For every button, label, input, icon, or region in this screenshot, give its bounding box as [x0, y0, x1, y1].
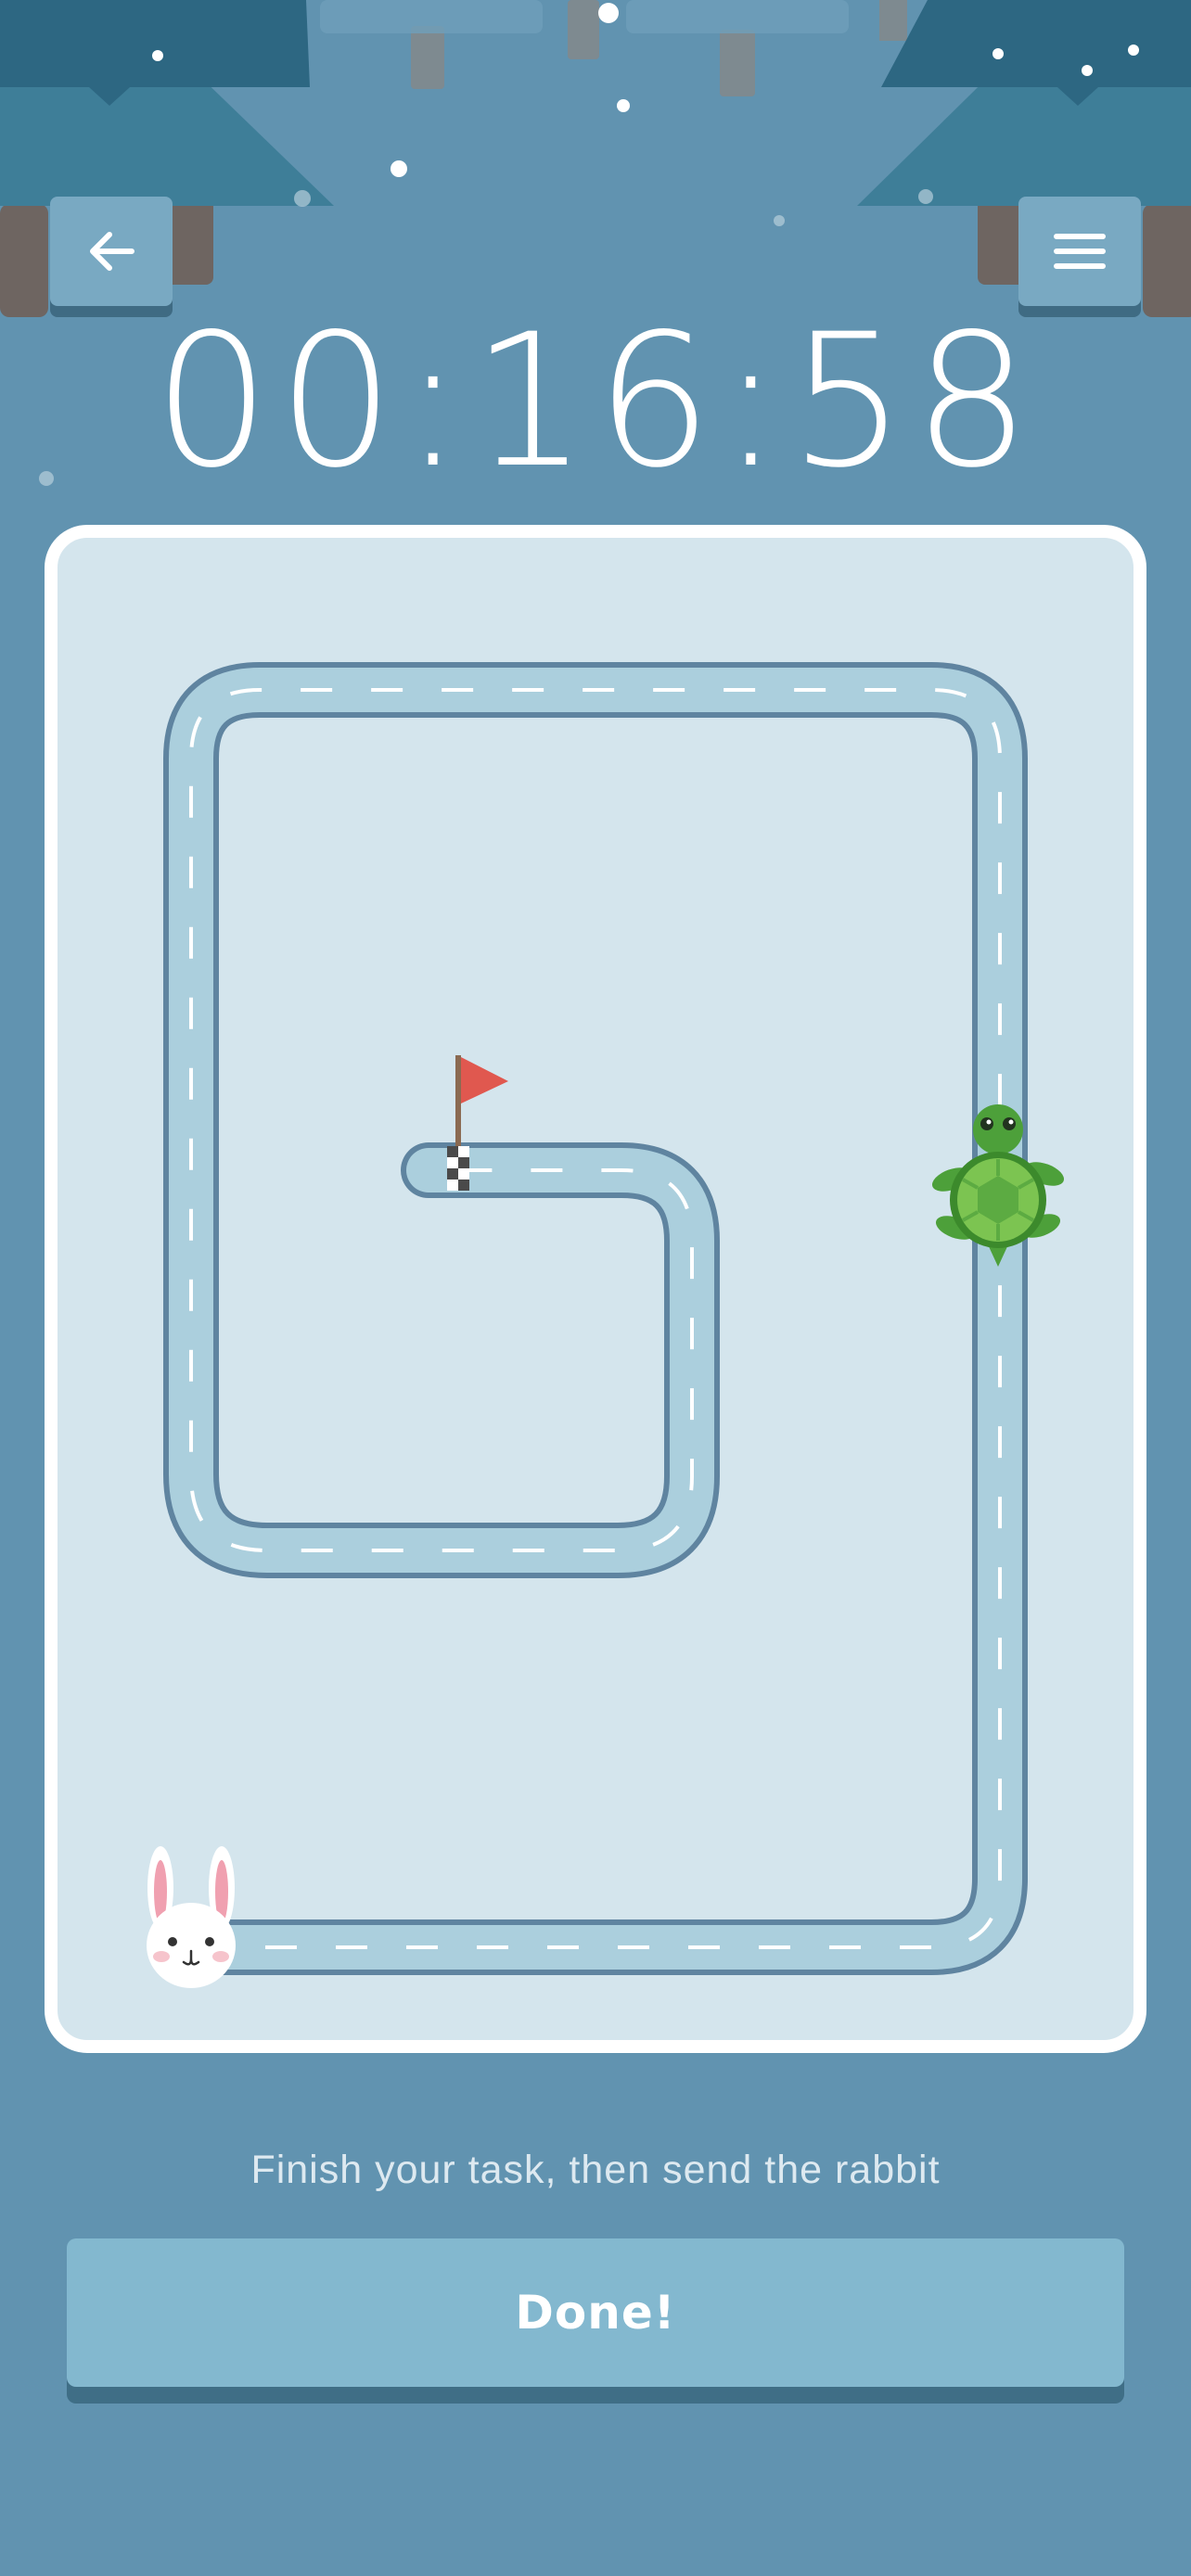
- instruction-text: Finish your task, then send the rabbit: [250, 2148, 941, 2192]
- track-surface: [169, 668, 1022, 1970]
- done-button-label: Done!: [515, 2286, 676, 2340]
- turtle-character: [931, 1104, 1065, 1267]
- rabbit-character: [147, 1846, 236, 1988]
- track-outline: [163, 662, 1028, 1975]
- track-lane-dashes: [189, 688, 1002, 1949]
- done-button[interactable]: Done!: [67, 2238, 1124, 2387]
- checkered-finish-line: [447, 1146, 469, 1191]
